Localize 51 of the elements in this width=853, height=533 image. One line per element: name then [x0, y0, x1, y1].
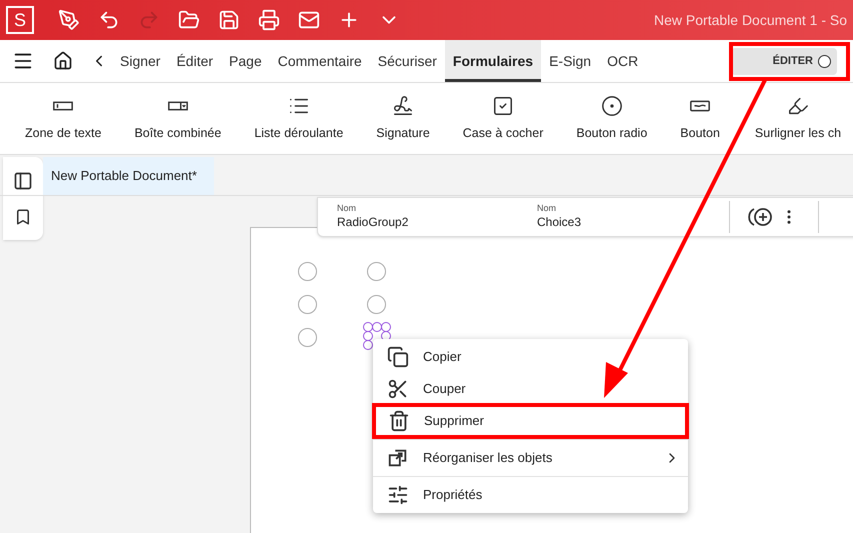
window-title: New Portable Document 1 - So — [654, 10, 847, 30]
ribbon-tab[interactable]: Formulaires — [444, 40, 542, 82]
ribbon-tool-button[interactable]: Boîte combinée — [127, 94, 228, 142]
arrange-icon — [387, 447, 409, 469]
printer-button[interactable] — [256, 7, 282, 33]
folder-icon — [178, 9, 200, 31]
ribbon-tab[interactable]: Éditer — [168, 40, 222, 82]
signature-icon — [392, 94, 414, 117]
field-label: Nom — [537, 203, 558, 213]
menu-item[interactable]: Supprimer — [374, 405, 687, 437]
ribbon-tab[interactable]: Sécuriser — [370, 40, 445, 82]
redo-icon — [138, 9, 160, 31]
ribbon-tool-button[interactable]: Case à cocher — [456, 94, 550, 142]
mail-icon — [298, 9, 320, 31]
menu-item[interactable]: Copier — [373, 341, 688, 373]
undo-icon — [98, 9, 120, 31]
trash-icon — [388, 410, 410, 432]
add-radio-icon[interactable] — [748, 206, 774, 228]
ribbon-tool-button[interactable]: Surligner les ch — [748, 94, 848, 142]
field-value[interactable]: RadioGroup2 — [337, 213, 518, 231]
ribbon-tool-button[interactable]: Bouton radio — [569, 94, 654, 142]
ribbon-tool-button[interactable]: Signature — [369, 94, 437, 142]
ribbon-tab[interactable]: Signer — [112, 40, 168, 82]
ribbon-tab[interactable]: OCR — [599, 40, 646, 82]
save-icon — [218, 9, 240, 31]
sliders-icon — [387, 484, 409, 506]
scissors-icon — [387, 378, 409, 400]
copy-icon — [387, 346, 409, 368]
field-label: Nom — [337, 203, 358, 213]
menu-item[interactable]: Couper — [373, 373, 688, 405]
printer-icon — [258, 9, 280, 31]
bookmark-icon[interactable] — [14, 208, 32, 226]
menu-item[interactable]: Propriétés — [373, 479, 688, 511]
ribbon-tool-button[interactable]: Bouton — [673, 94, 727, 142]
panel-icon[interactable] — [13, 171, 33, 192]
app-logo: S — [6, 6, 34, 34]
pen-button[interactable] — [56, 7, 82, 33]
field-value[interactable]: Choice3 — [537, 213, 729, 231]
selected-radio-group-drawing[interactable] — [362, 321, 392, 351]
radio-icon — [600, 94, 623, 117]
menu-item[interactable]: Réorganiser les objets — [373, 442, 688, 474]
ribbon-tab[interactable]: E-Sign — [541, 40, 600, 82]
ribbon-tab[interactable]: Commentaire — [270, 40, 370, 82]
checkbox-icon — [492, 94, 514, 117]
ribbon-tool-button[interactable]: Liste déroulante — [247, 94, 350, 142]
document-tab[interactable]: New Portable Document* — [43, 157, 214, 195]
ribbon-tool-button[interactable]: Zone de texte — [18, 94, 108, 142]
home-icon[interactable] — [53, 51, 73, 71]
ribbon-tab[interactable]: Page — [221, 40, 270, 82]
edit-toggle[interactable]: ÉDITER — [731, 48, 837, 74]
pen-icon — [58, 9, 80, 31]
